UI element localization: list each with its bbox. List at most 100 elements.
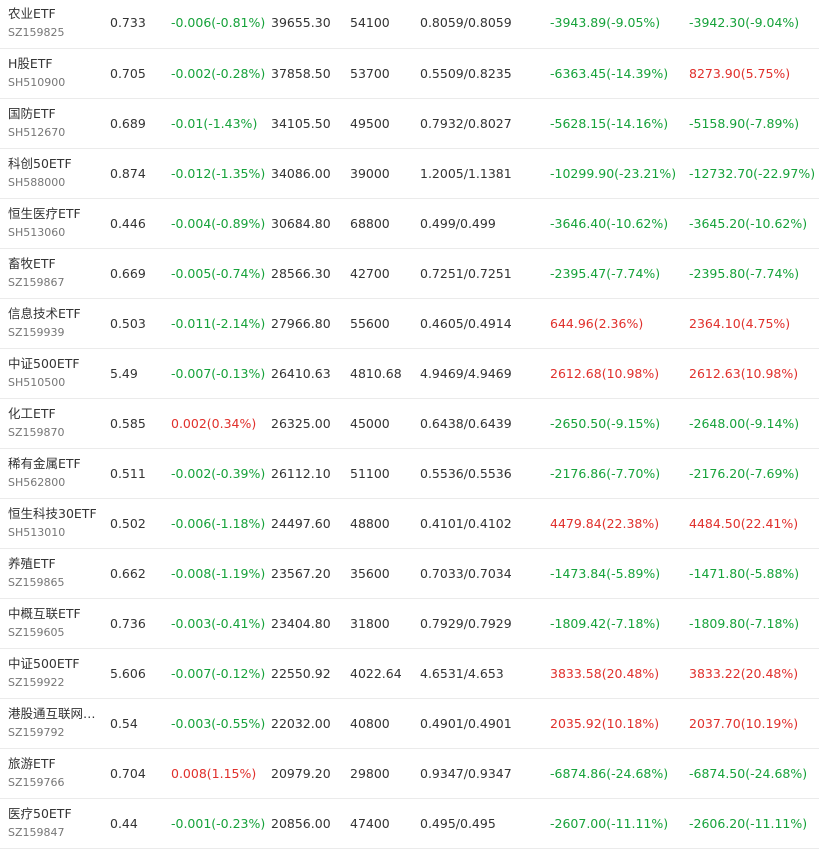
etf-name-link[interactable]: H股ETF bbox=[8, 55, 110, 73]
etf-name-link[interactable]: 国防ETF bbox=[8, 105, 110, 123]
etf-name-link[interactable]: 恒生科技30ETF bbox=[8, 505, 110, 523]
table-row[interactable]: 港股通互联网… SZ159792 0.54 -0.003(-0.55%) 220… bbox=[0, 698, 819, 748]
amount-cell: 22550.92 bbox=[271, 665, 331, 681]
amount-cell: 37858.50 bbox=[271, 65, 331, 81]
table-row[interactable]: 旅游ETF SZ159766 0.704 0.008(1.15%) 20979.… bbox=[0, 748, 819, 798]
etf-name-link[interactable]: 旅游ETF bbox=[8, 755, 110, 773]
price-cell: 5.49 bbox=[110, 365, 138, 381]
amount-cell: 20856.00 bbox=[271, 815, 331, 831]
etf-name-link[interactable]: 化工ETF bbox=[8, 405, 110, 423]
etf-name-link[interactable]: 农业ETF bbox=[8, 5, 110, 23]
premium-2-cell: 2364.10(4.75%) bbox=[689, 315, 791, 331]
etf-code: SH512670 bbox=[8, 126, 66, 139]
bid-ask-cell: 0.4101/0.4102 bbox=[420, 515, 512, 531]
etf-name-cell[interactable]: 港股通互联网… SZ159792 bbox=[0, 698, 110, 748]
amount-cell: 22032.00 bbox=[271, 715, 331, 731]
premium-1-cell: -3943.89(-9.05%) bbox=[550, 15, 661, 31]
etf-name-cell[interactable]: H股ETF SH510900 bbox=[0, 48, 110, 98]
etf-name-link[interactable]: 稀有金属ETF bbox=[8, 455, 110, 473]
etf-table-body: 农业ETF SZ159825 0.733 -0.006(-0.81%) 3965… bbox=[0, 0, 819, 848]
bid-ask-cell: 0.9347/0.9347 bbox=[420, 765, 512, 781]
table-row[interactable]: 国防ETF SH512670 0.689 -0.01(-1.43%) 34105… bbox=[0, 98, 819, 148]
premium-1-cell: 3833.58(20.48%) bbox=[550, 665, 660, 681]
premium-2-cell: -1809.80(-7.18%) bbox=[689, 615, 800, 631]
etf-name-link[interactable]: 港股通互联网… bbox=[8, 705, 110, 723]
table-row[interactable]: 科创50ETF SH588000 0.874 -0.012(-1.35%) 34… bbox=[0, 148, 819, 198]
etf-name-link[interactable]: 恒生医疗ETF bbox=[8, 205, 110, 223]
etf-name-link[interactable]: 中证500ETF bbox=[8, 355, 110, 373]
premium-2-cell: -2176.20(-7.69%) bbox=[689, 465, 800, 481]
price-cell: 0.585 bbox=[110, 415, 146, 431]
etf-name-link[interactable]: 养殖ETF bbox=[8, 555, 110, 573]
table-row[interactable]: 恒生科技30ETF SH513010 0.502 -0.006(-1.18%) … bbox=[0, 498, 819, 548]
table-row[interactable]: 化工ETF SZ159870 0.585 0.002(0.34%) 26325.… bbox=[0, 398, 819, 448]
price-cell: 0.705 bbox=[110, 65, 146, 81]
table-row[interactable]: H股ETF SH510900 0.705 -0.002(-0.28%) 3785… bbox=[0, 48, 819, 98]
bid-ask-cell: 0.499/0.499 bbox=[420, 215, 496, 231]
etf-name-link[interactable]: 畜牧ETF bbox=[8, 255, 110, 273]
premium-2-cell: -2606.20(-11.11%) bbox=[689, 815, 808, 831]
etf-name-cell[interactable]: 恒生科技30ETF SH513010 bbox=[0, 498, 110, 548]
change-cell: -0.008(-1.19%) bbox=[171, 565, 266, 581]
etf-code: SH510500 bbox=[8, 376, 66, 389]
etf-name-cell[interactable]: 国防ETF SH512670 bbox=[0, 98, 110, 148]
premium-1-cell: -5628.15(-14.16%) bbox=[550, 115, 669, 131]
etf-name-cell[interactable]: 恒生医疗ETF SH513060 bbox=[0, 198, 110, 248]
etf-name-link[interactable]: 中证500ETF bbox=[8, 655, 110, 673]
etf-name-link[interactable]: 中概互联ETF bbox=[8, 605, 110, 623]
etf-name-cell[interactable]: 医疗50ETF SZ159847 bbox=[0, 798, 110, 848]
etf-name-cell[interactable]: 养殖ETF SZ159865 bbox=[0, 548, 110, 598]
table-row[interactable]: 稀有金属ETF SH562800 0.511 -0.002(-0.39%) 26… bbox=[0, 448, 819, 498]
volume-cell: 47400 bbox=[350, 815, 390, 831]
etf-name-cell[interactable]: 信息技术ETF SZ159939 bbox=[0, 298, 110, 348]
table-row[interactable]: 中证500ETF SZ159922 5.606 -0.007(-0.12%) 2… bbox=[0, 648, 819, 698]
change-cell: -0.002(-0.28%) bbox=[171, 65, 266, 81]
table-row[interactable]: 畜牧ETF SZ159867 0.669 -0.005(-0.74%) 2856… bbox=[0, 248, 819, 298]
table-row[interactable]: 农业ETF SZ159825 0.733 -0.006(-0.81%) 3965… bbox=[0, 0, 819, 48]
bid-ask-cell: 4.6531/4.653 bbox=[420, 665, 504, 681]
premium-2-cell: 4484.50(22.41%) bbox=[689, 515, 799, 531]
bid-ask-cell: 0.4605/0.4914 bbox=[420, 315, 512, 331]
premium-1-cell: 2612.68(10.98%) bbox=[550, 365, 660, 381]
etf-name-cell[interactable]: 中证500ETF SH510500 bbox=[0, 348, 110, 398]
change-cell: -0.003(-0.55%) bbox=[171, 715, 266, 731]
change-cell: -0.006(-0.81%) bbox=[171, 15, 266, 31]
amount-cell: 24497.60 bbox=[271, 515, 331, 531]
bid-ask-cell: 0.495/0.495 bbox=[420, 815, 496, 831]
etf-name-link[interactable]: 医疗50ETF bbox=[8, 805, 110, 823]
volume-cell: 55600 bbox=[350, 315, 390, 331]
etf-name-cell[interactable]: 稀有金属ETF SH562800 bbox=[0, 448, 110, 498]
change-cell: -0.005(-0.74%) bbox=[171, 265, 266, 281]
amount-cell: 23404.80 bbox=[271, 615, 331, 631]
etf-name-cell[interactable]: 科创50ETF SH588000 bbox=[0, 148, 110, 198]
etf-name-cell[interactable]: 旅游ETF SZ159766 bbox=[0, 748, 110, 798]
table-row[interactable]: 养殖ETF SZ159865 0.662 -0.008(-1.19%) 2356… bbox=[0, 548, 819, 598]
table-row[interactable]: 信息技术ETF SZ159939 0.503 -0.011(-2.14%) 27… bbox=[0, 298, 819, 348]
etf-code: SZ159766 bbox=[8, 776, 65, 789]
etf-name-link[interactable]: 科创50ETF bbox=[8, 155, 110, 173]
etf-name-link[interactable]: 信息技术ETF bbox=[8, 305, 110, 323]
price-cell: 0.669 bbox=[110, 265, 146, 281]
volume-cell: 4810.68 bbox=[350, 365, 402, 381]
table-row[interactable]: 恒生医疗ETF SH513060 0.446 -0.004(-0.89%) 30… bbox=[0, 198, 819, 248]
premium-1-cell: -2607.00(-11.11%) bbox=[550, 815, 669, 831]
table-row[interactable]: 中证500ETF SH510500 5.49 -0.007(-0.13%) 26… bbox=[0, 348, 819, 398]
amount-cell: 30684.80 bbox=[271, 215, 331, 231]
etf-code: SZ159792 bbox=[8, 726, 65, 739]
etf-name-cell[interactable]: 中概互联ETF SZ159605 bbox=[0, 598, 110, 648]
etf-name-cell[interactable]: 中证500ETF SZ159922 bbox=[0, 648, 110, 698]
premium-2-cell: -12732.70(-22.97%) bbox=[689, 165, 816, 181]
amount-cell: 27966.80 bbox=[271, 315, 331, 331]
change-cell: -0.002(-0.39%) bbox=[171, 465, 266, 481]
etf-code: SH510900 bbox=[8, 76, 66, 89]
change-cell: -0.004(-0.89%) bbox=[171, 215, 266, 231]
table-row[interactable]: 中概互联ETF SZ159605 0.736 -0.003(-0.41%) 23… bbox=[0, 598, 819, 648]
premium-2-cell: 2037.70(10.19%) bbox=[689, 715, 799, 731]
etf-name-cell[interactable]: 畜牧ETF SZ159867 bbox=[0, 248, 110, 298]
table-row[interactable]: 医疗50ETF SZ159847 0.44 -0.001(-0.23%) 208… bbox=[0, 798, 819, 848]
premium-1-cell: -2395.47(-7.74%) bbox=[550, 265, 661, 281]
etf-name-cell[interactable]: 农业ETF SZ159825 bbox=[0, 0, 110, 48]
price-cell: 0.44 bbox=[110, 815, 138, 831]
etf-name-cell[interactable]: 化工ETF SZ159870 bbox=[0, 398, 110, 448]
bid-ask-cell: 0.5509/0.8235 bbox=[420, 65, 512, 81]
